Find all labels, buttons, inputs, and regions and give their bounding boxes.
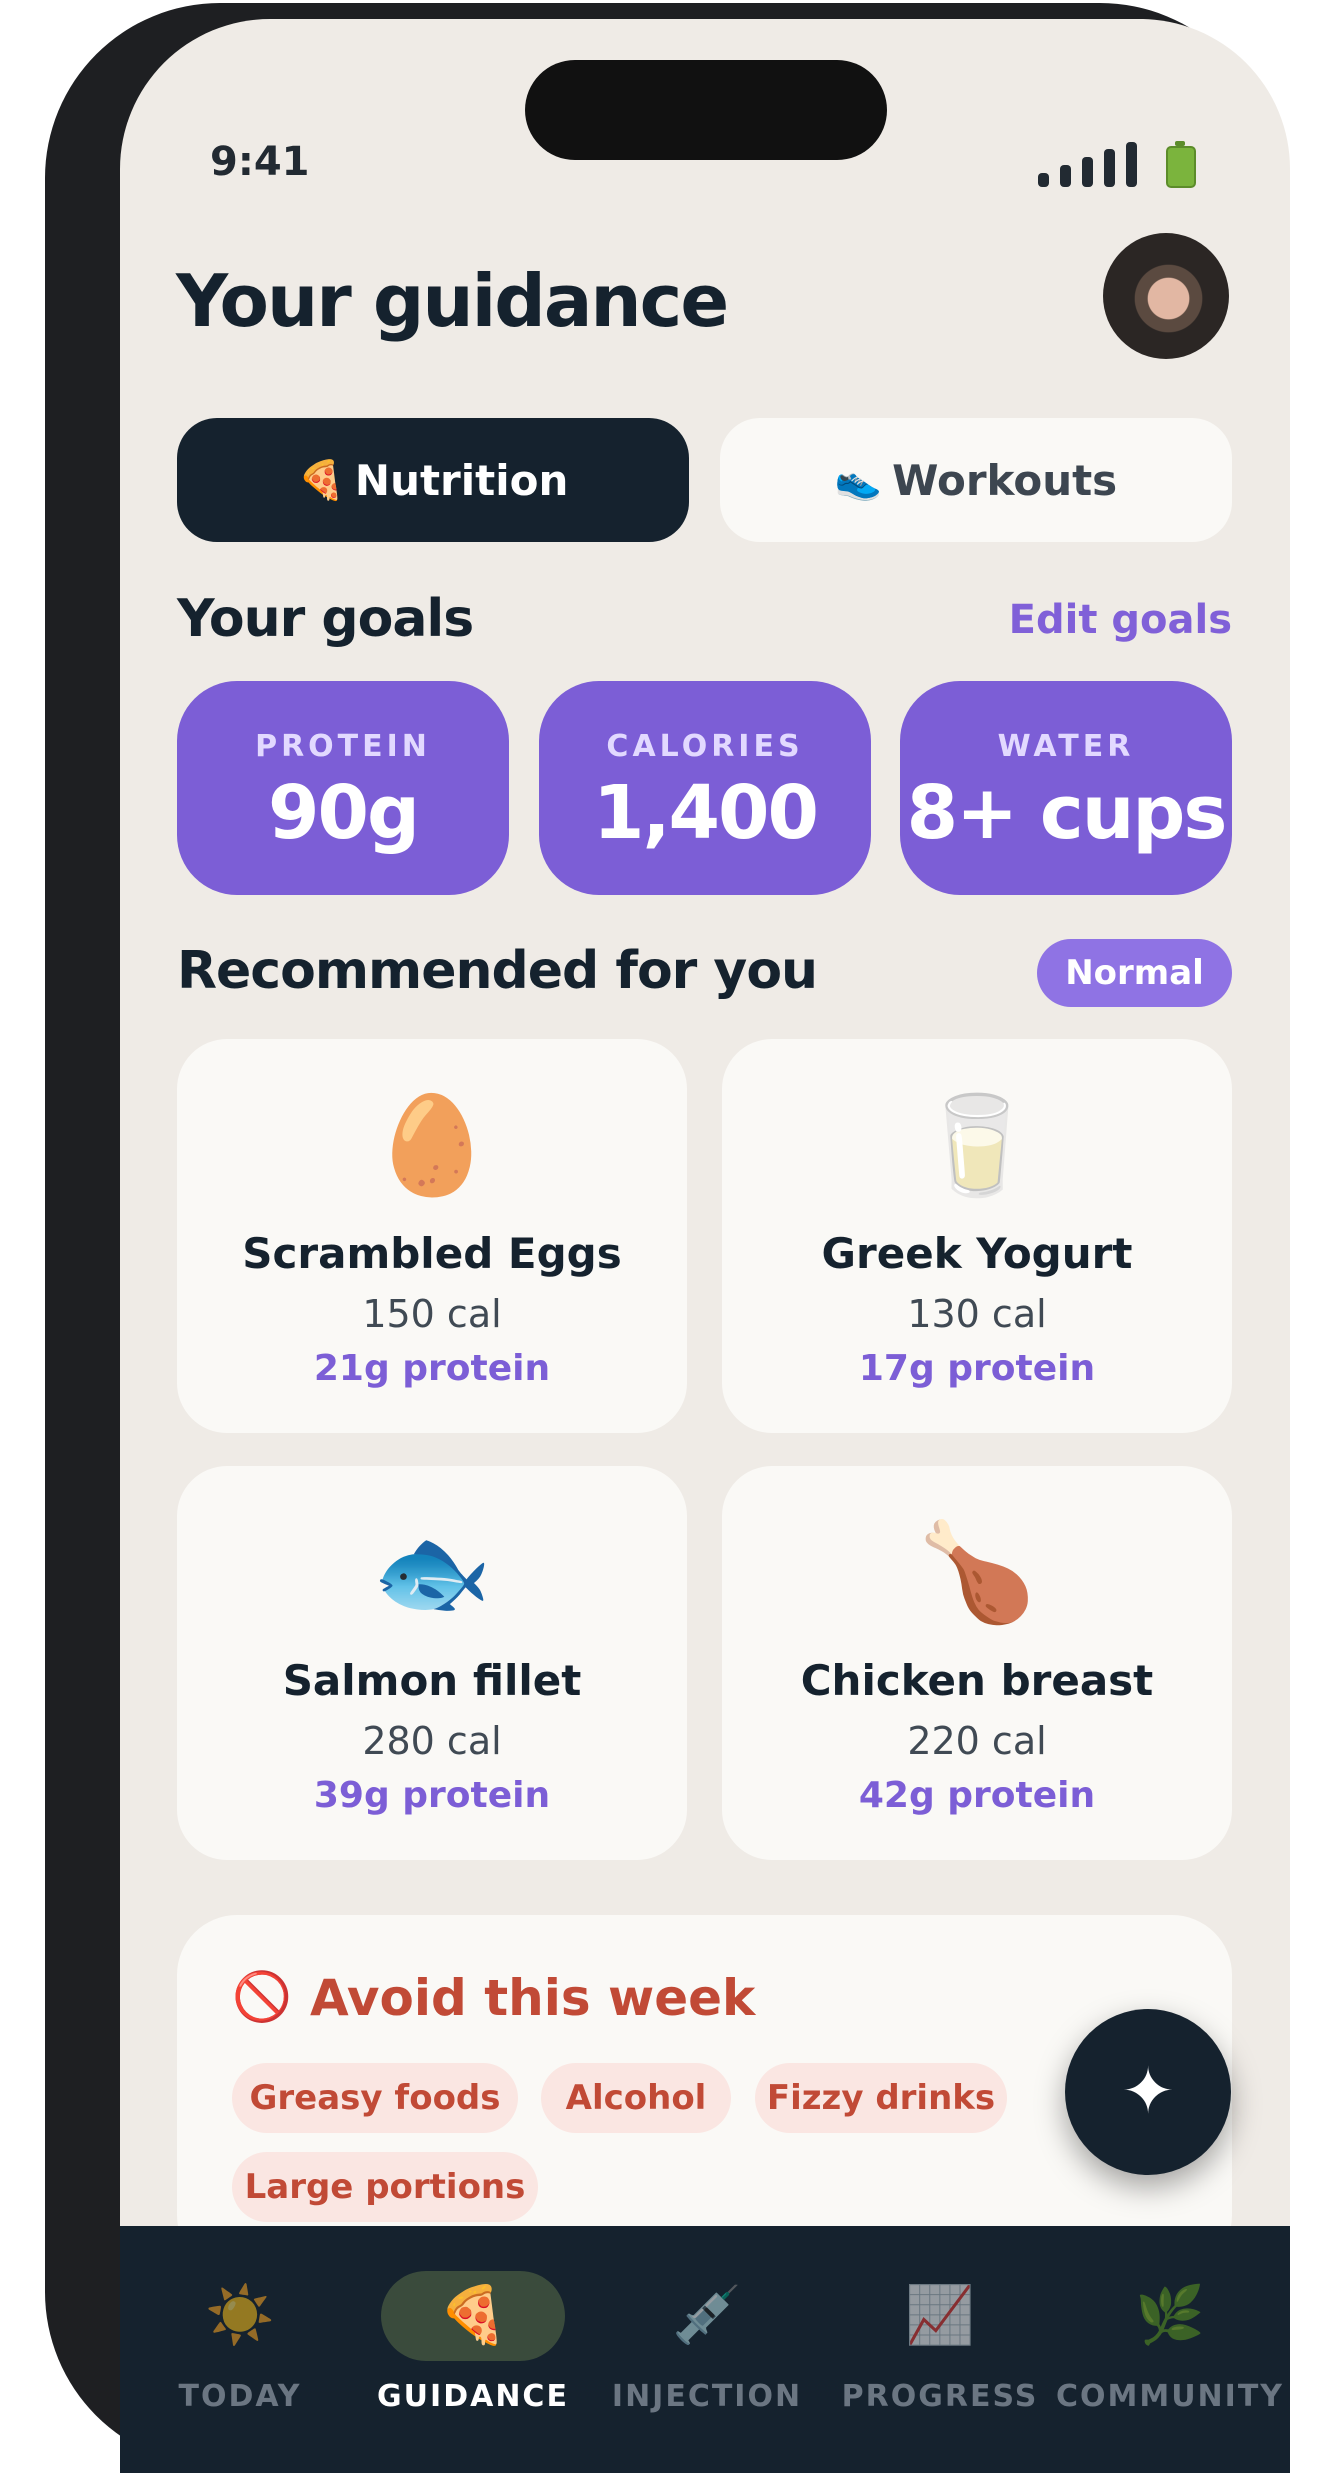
drumstick-icon: 🍗 [917, 1516, 1037, 1628]
avoid-tag[interactable]: Fizzy drinks [755, 2063, 1007, 2133]
syringe-icon: 💉 [672, 2283, 742, 2348]
recommended-heading: Recommended for you [177, 941, 818, 1001]
nav-label: PROGRESS [841, 2379, 1039, 2414]
goal-label: PROTEIN [255, 729, 431, 764]
nav-item-injection[interactable]: 💉 INJECTION [587, 2226, 827, 2473]
fish-icon: 🐟 [372, 1516, 492, 1628]
goal-label: CALORIES [606, 729, 804, 764]
phone-frame: 9:41 Your guidance 🍕 Nutrition 👟 Workout… [45, 3, 1290, 2473]
goal-card-protein[interactable]: PROTEIN 90g [177, 681, 509, 895]
food-calories: 130 cal [907, 1292, 1047, 1336]
goals-heading: Your goals [177, 589, 474, 649]
tab-workouts-label: Workouts [892, 455, 1118, 505]
avoid-tag[interactable]: Large portions [232, 2152, 538, 2222]
avatar[interactable] [1103, 233, 1229, 359]
tab-nutrition-label: Nutrition [354, 455, 569, 505]
prohibited-icon: 🚫 [232, 1969, 292, 2025]
bottom-nav: ☀️ TODAY 🍕 GUIDANCE 💉 INJECTION 📈 PROGRE… [120, 2226, 1290, 2473]
goal-label: WATER [997, 729, 1135, 764]
nav-item-progress[interactable]: 📈 PROGRESS [820, 2226, 1060, 2473]
food-name: Greek Yogurt [821, 1229, 1133, 1278]
food-protein: 17g protein [858, 1348, 1096, 1389]
food-calories: 220 cal [907, 1719, 1047, 1763]
egg-icon: 🥚 [372, 1089, 492, 1201]
nav-label: GUIDANCE [377, 2379, 569, 2414]
nav-item-guidance[interactable]: 🍕 GUIDANCE [353, 2226, 593, 2473]
tab-workouts[interactable]: 👟 Workouts [720, 418, 1232, 542]
avoid-tag[interactable]: Greasy foods [232, 2063, 518, 2133]
food-calories: 150 cal [362, 1292, 502, 1336]
chart-icon: 📈 [905, 2283, 975, 2348]
milk-glass-icon: 🥛 [917, 1089, 1037, 1201]
herb-icon: 🌿 [1135, 2283, 1205, 2348]
dynamic-island [525, 60, 887, 160]
sneaker-icon: 👟 [834, 457, 883, 502]
edit-goals-link[interactable]: Edit goals [1009, 597, 1232, 643]
food-card-salmon-fillet[interactable]: 🐟 Salmon fillet 280 cal 39g protein [177, 1466, 687, 1860]
food-protein: 21g protein [313, 1348, 551, 1389]
signal-icon [1038, 142, 1137, 187]
food-protein: 42g protein [858, 1775, 1096, 1816]
food-name: Scrambled Eggs [242, 1229, 622, 1278]
goal-value: 1,400 [592, 770, 819, 856]
sparkle-icon: ✦ [1121, 2055, 1175, 2129]
nav-item-community[interactable]: 🌿 COMMUNITY [1050, 2226, 1290, 2473]
goal-value: 90g [268, 770, 420, 856]
sun-icon: ☀️ [205, 2283, 275, 2348]
goal-card-calories[interactable]: CALORIES 1,400 [539, 681, 871, 895]
tab-nutrition[interactable]: 🍕 Nutrition [177, 418, 689, 542]
food-name: Chicken breast [800, 1656, 1154, 1705]
nav-label: TODAY [178, 2379, 302, 2414]
nav-label: COMMUNITY [1055, 2379, 1285, 2414]
nav-label: INJECTION [611, 2379, 803, 2414]
food-calories: 280 cal [362, 1719, 502, 1763]
pizza-icon: 🍕 [381, 2271, 565, 2361]
food-card-chicken-breast[interactable]: 🍗 Chicken breast 220 cal 42g protein [722, 1466, 1232, 1860]
food-name: Salmon fillet [282, 1656, 582, 1705]
avoid-tag[interactable]: Alcohol [541, 2063, 731, 2133]
status-time: 9:41 [210, 139, 310, 185]
food-protein: 39g protein [313, 1775, 551, 1816]
avoid-heading: Avoid this week [310, 1969, 756, 2027]
goal-card-water[interactable]: WATER 8+ cups [900, 681, 1232, 895]
food-card-scrambled-eggs[interactable]: 🥚 Scrambled Eggs 150 cal 21g protein [177, 1039, 687, 1433]
portion-size-badge[interactable]: Normal [1037, 939, 1232, 1007]
battery-icon [1166, 141, 1196, 188]
pizza-icon: 🍕 [297, 457, 345, 502]
sparkle-fab-button[interactable]: ✦ [1065, 2009, 1231, 2175]
food-card-greek-yogurt[interactable]: 🥛 Greek Yogurt 130 cal 17g protein [722, 1039, 1232, 1433]
nav-item-today[interactable]: ☀️ TODAY [120, 2226, 360, 2473]
goal-value: 8+ cups [906, 770, 1228, 856]
page-title: Your guidance [176, 259, 729, 343]
app-screen: 9:41 Your guidance 🍕 Nutrition 👟 Workout… [120, 19, 1290, 2473]
